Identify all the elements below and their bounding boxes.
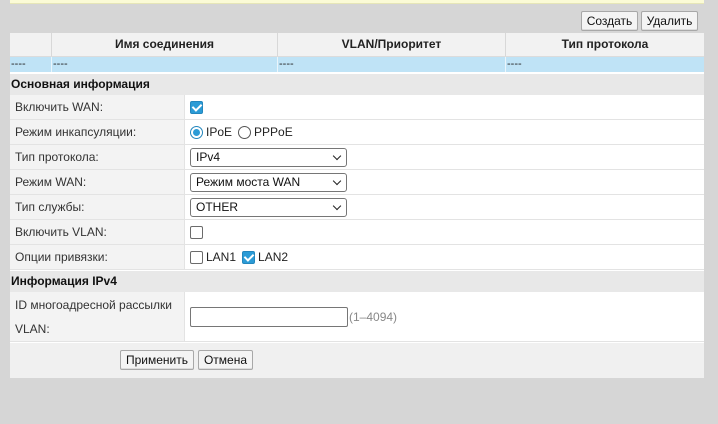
service-type-row: Тип службы: OTHER — [10, 195, 704, 220]
notice-bar — [10, 0, 704, 4]
binding-options-label: Опции привязки: — [10, 245, 185, 269]
create-button[interactable]: Создать — [581, 11, 638, 31]
chevron-down-icon — [332, 176, 342, 185]
lan2-label: LAN2 — [258, 250, 289, 264]
pppoe-radio[interactable] — [238, 125, 252, 139]
apply-button[interactable]: Применить — [120, 350, 194, 370]
wan-mode-label: Режим WAN: — [10, 170, 185, 194]
wan-mode-row: Режим WAN: Режим моста WAN — [10, 170, 704, 195]
multicast-vlan-label-line1: ID многоадресной рассылки — [15, 297, 172, 312]
encapsulation-label: Режим инкапсуляции: — [10, 120, 185, 144]
enable-wan-label: Включить WAN: — [10, 95, 185, 119]
protocol-type-select[interactable]: IPv4 — [190, 147, 347, 167]
form-actions: Применить Отмена — [10, 343, 704, 378]
multicast-vlan-label-line2: VLAN: — [15, 321, 50, 336]
wan-mode-value: Режим моста WAN — [196, 174, 301, 189]
lan1-label: LAN1 — [206, 250, 237, 264]
protocol-type-label: Тип протокола: — [10, 145, 185, 169]
protocol-type-row: Тип протокола: IPv4 — [10, 145, 704, 170]
column-header-vlan-priority: VLAN/Приоритет — [277, 33, 505, 56]
enable-vlan-row: Включить VLAN: — [10, 220, 704, 245]
table-cell: ---- — [505, 57, 704, 72]
cancel-button[interactable]: Отмена — [198, 350, 253, 370]
enable-vlan-checkbox[interactable] — [190, 225, 203, 239]
lan1-checkbox[interactable] — [190, 250, 203, 264]
enable-wan-row: Включить WAN: — [10, 95, 704, 120]
table-cell: ---- — [277, 57, 505, 72]
ipoe-label: IPoE — [206, 125, 233, 139]
binding-options-row: Опции привязки: LAN1 LAN2 — [10, 245, 704, 270]
connections-table-header: Имя соединения VLAN/Приоритет Тип проток… — [10, 33, 704, 57]
chevron-down-icon — [332, 151, 342, 160]
ipoe-radio[interactable] — [190, 125, 203, 139]
table-row[interactable]: ---- ---- ---- ---- — [10, 57, 704, 72]
wan-config-panel: Имя соединения VLAN/Приоритет Тип проток… — [10, 33, 704, 378]
table-cell: ---- — [11, 58, 26, 70]
multicast-vlan-hint: (1–4094) — [349, 309, 398, 324]
multicast-vlan-input[interactable] — [190, 306, 348, 327]
enable-wan-checkbox[interactable] — [190, 100, 203, 114]
section-title-ipv4: Информация IPv4 — [10, 271, 704, 292]
column-header-protocol-type: Тип протокола — [505, 33, 704, 56]
service-type-label: Тип службы: — [10, 195, 185, 219]
section-title-basic: Основная информация — [10, 74, 704, 95]
pppoe-label: PPPoE — [254, 125, 293, 139]
enable-vlan-label: Включить VLAN: — [10, 220, 185, 244]
encapsulation-row: Режим инкапсуляции: IPoE PPPoE — [10, 120, 704, 145]
service-type-value: OTHER — [196, 199, 238, 214]
chevron-down-icon — [332, 201, 342, 210]
lan2-checkbox[interactable] — [242, 250, 256, 264]
column-header-connection-name: Имя соединения — [51, 33, 277, 56]
service-type-select[interactable]: OTHER — [190, 197, 347, 217]
multicast-vlan-label: ID многоадресной рассылки VLAN: — [10, 292, 185, 341]
delete-button[interactable]: Удалить — [641, 11, 698, 31]
protocol-type-value: IPv4 — [196, 149, 221, 164]
column-header-select — [10, 33, 51, 56]
multicast-vlan-row: ID многоадресной рассылки VLAN: (1–4094) — [10, 292, 704, 342]
wan-mode-select[interactable]: Режим моста WAN — [190, 172, 347, 192]
table-cell: ---- — [51, 57, 277, 72]
